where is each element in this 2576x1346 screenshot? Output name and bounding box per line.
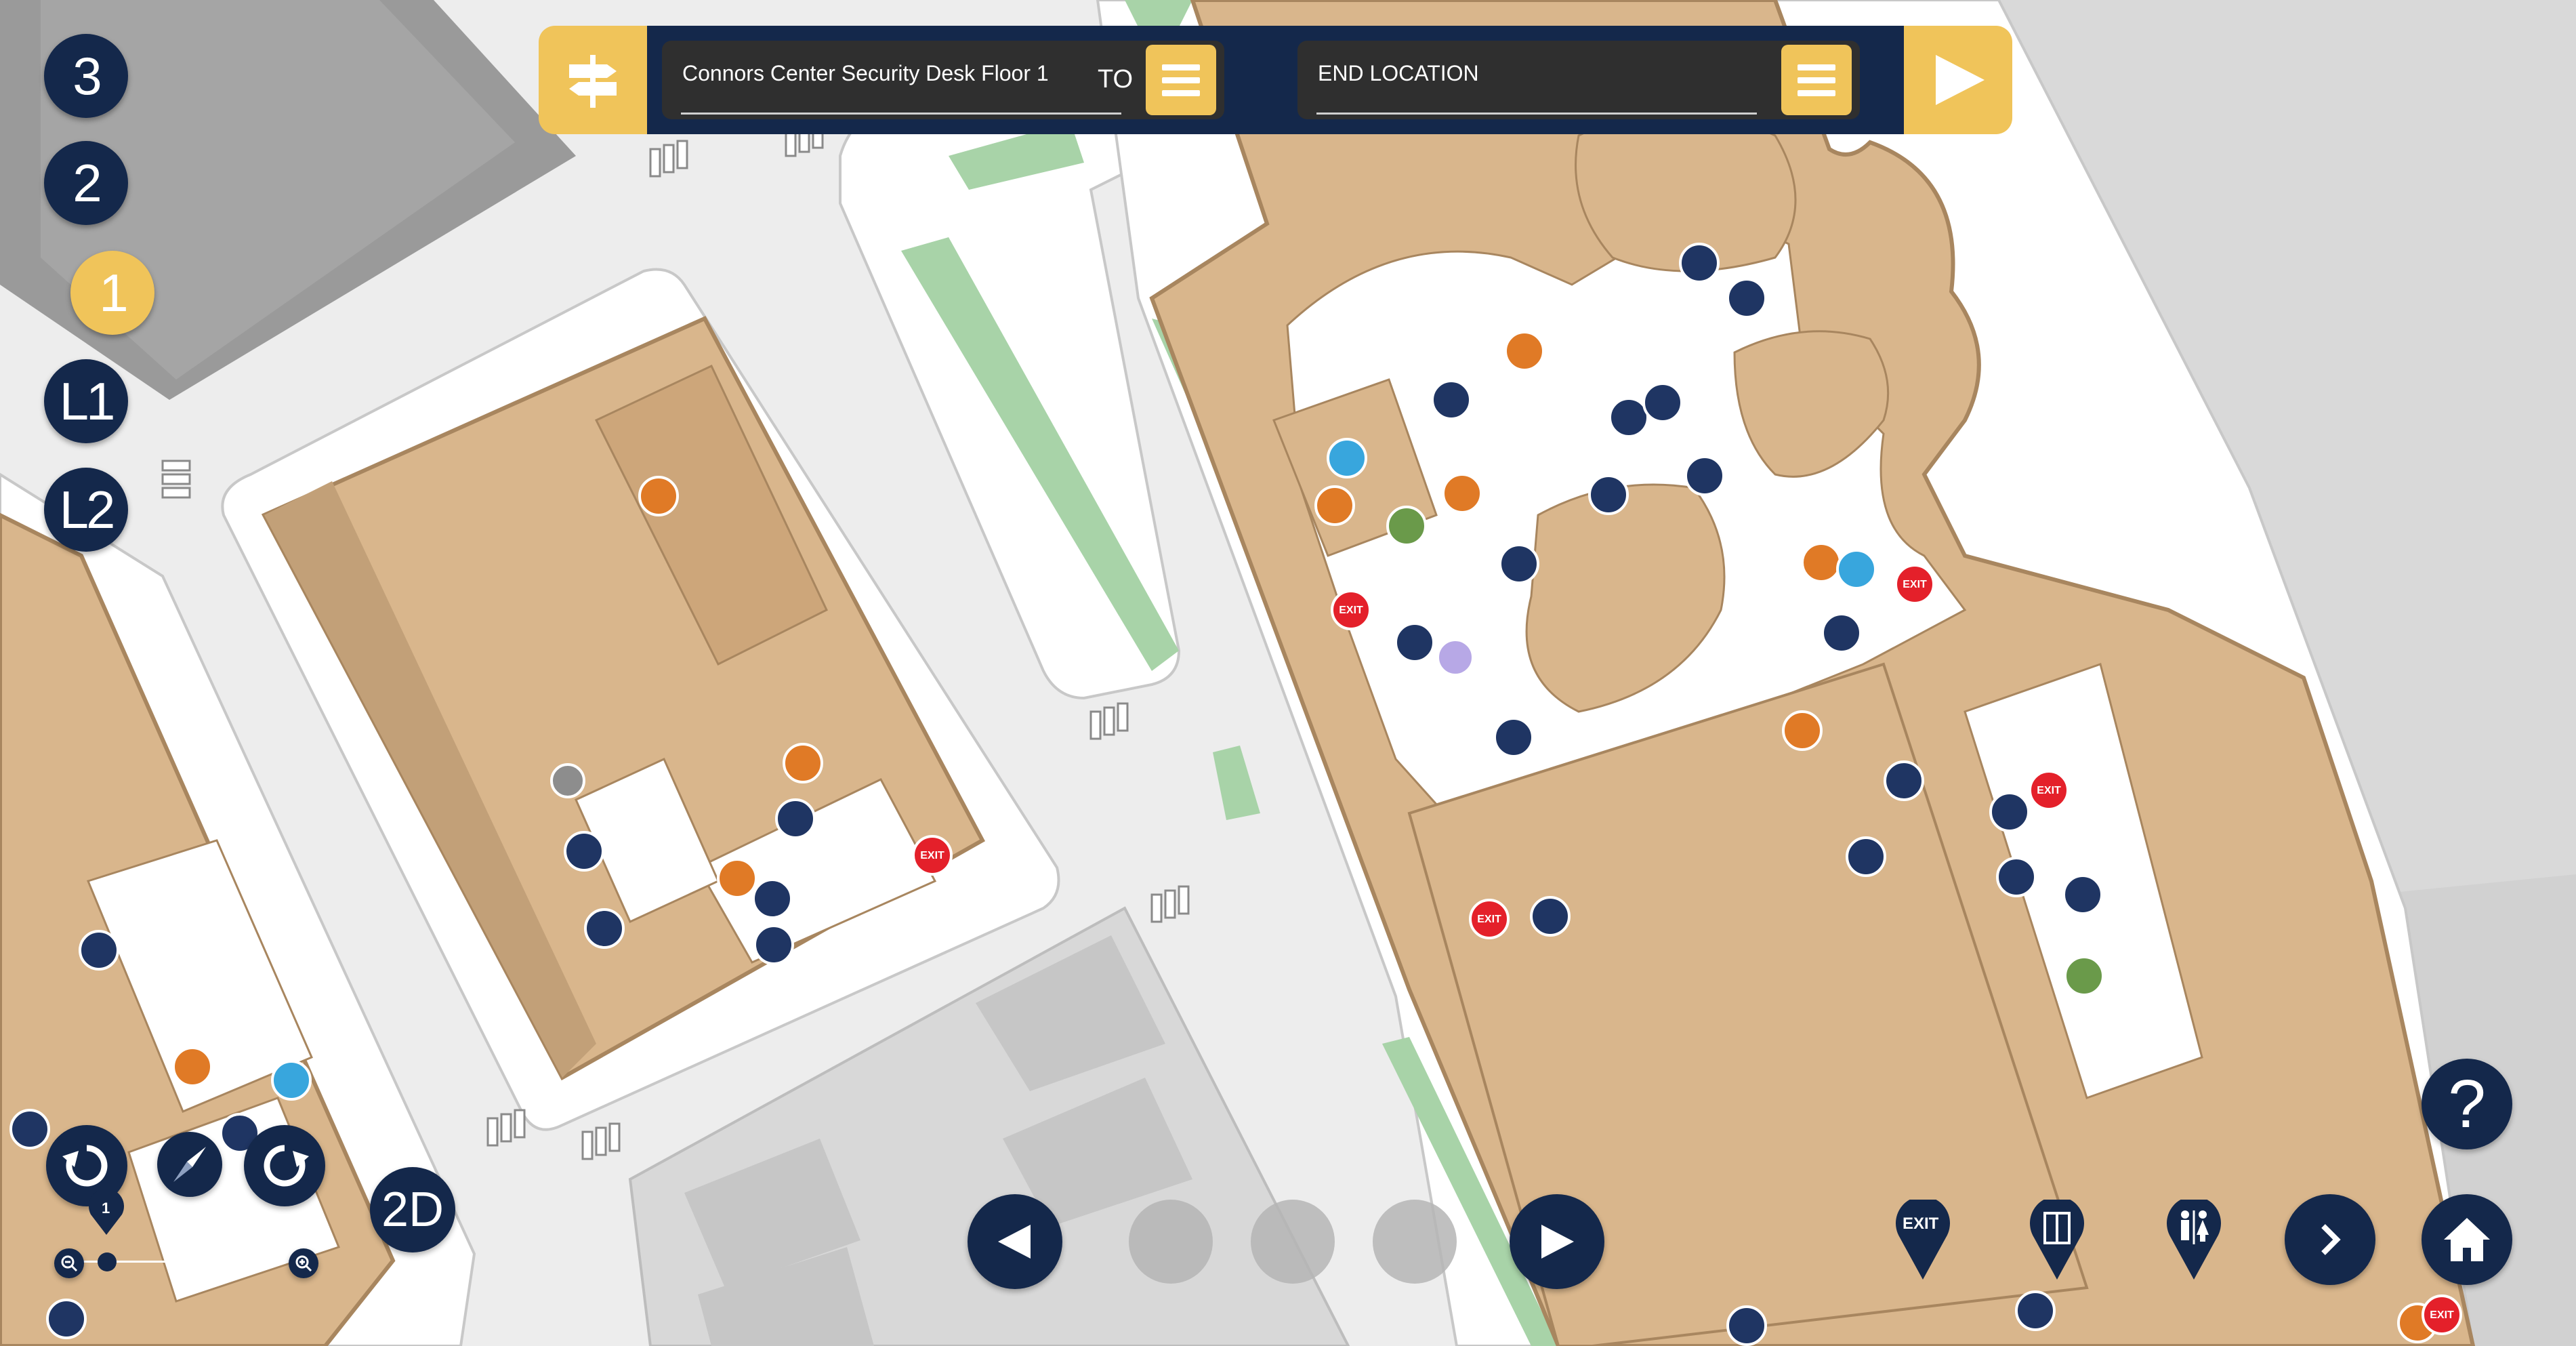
end-location-menu-button[interactable] xyxy=(1781,45,1852,115)
help-button[interactable]: ? xyxy=(2422,1059,2512,1149)
end-location-value: END LOCATION xyxy=(1318,61,1479,85)
floor-button-2[interactable]: 2 xyxy=(44,141,128,225)
floor-button-L2[interactable]: L2 xyxy=(44,468,128,552)
forward-button[interactable] xyxy=(2285,1194,2375,1285)
exit-badge-label: EXIT xyxy=(1903,579,1927,590)
step-indicator-2[interactable] xyxy=(1251,1200,1335,1284)
play-icon xyxy=(1936,55,1985,105)
exit-badge-label: EXIT xyxy=(1477,914,1501,925)
rotate-left-icon xyxy=(62,1145,108,1187)
floor-button-L1[interactable]: L1 xyxy=(44,359,128,443)
menu-icon xyxy=(1798,64,1835,70)
home-button[interactable] xyxy=(2422,1194,2512,1285)
exit-badge-label: EXIT xyxy=(2037,785,2061,796)
help-icon: ? xyxy=(2448,1065,2486,1142)
legend-elevator-pin[interactable] xyxy=(2030,1196,2084,1281)
exit-badge-label: EXIT xyxy=(1339,605,1363,616)
go-button[interactable] xyxy=(1904,26,2012,134)
legend-exit-pin[interactable]: EXIT xyxy=(1896,1196,1950,1281)
campus-map[interactable]: EXIT EXIT EXIT EXIT EXIT EXIT xyxy=(0,0,2576,1346)
level-pin-label: 1 xyxy=(102,1200,110,1217)
next-step-button[interactable] xyxy=(1510,1194,1604,1289)
rotate-right-icon xyxy=(264,1145,309,1187)
start-location-menu-button[interactable] xyxy=(1146,45,1216,115)
directions-sign-icon xyxy=(569,55,617,108)
view-mode-label: 2D xyxy=(381,1183,444,1237)
zoom-out-button[interactable] xyxy=(54,1248,84,1278)
rotate-right-button[interactable] xyxy=(244,1125,325,1206)
chevron-right-icon xyxy=(2321,1224,2341,1255)
exit-badge-label: EXIT xyxy=(2430,1309,2454,1321)
directions-button[interactable] xyxy=(539,26,647,134)
compass-button[interactable] xyxy=(157,1132,222,1197)
home-icon xyxy=(2444,1218,2490,1261)
previous-step-button[interactable] xyxy=(968,1194,1062,1289)
step-indicator-3[interactable] xyxy=(1373,1200,1457,1284)
zoom-out-icon xyxy=(61,1255,78,1272)
route-bar: Connors Center Security Desk Floor 1 TO … xyxy=(539,26,2012,134)
legend-restroom-pin[interactable] xyxy=(2167,1196,2221,1281)
exit-badge-label: EXIT xyxy=(920,850,944,861)
start-location-value: Connors Center Security Desk Floor 1 xyxy=(682,61,1049,85)
next-arrow-icon xyxy=(1541,1225,1574,1259)
restroom-icon xyxy=(2167,1196,2221,1280)
level-pin: 1 xyxy=(87,1188,126,1236)
zoom-thumb[interactable] xyxy=(98,1252,117,1271)
zoom-in-icon xyxy=(295,1255,312,1272)
compass-icon xyxy=(173,1147,206,1182)
legend-exit-label: EXIT xyxy=(1903,1215,1939,1233)
zoom-in-button[interactable] xyxy=(289,1248,318,1278)
zoom-slider[interactable] xyxy=(54,1246,325,1280)
to-label: TO xyxy=(1098,65,1134,94)
start-location-field[interactable]: Connors Center Security Desk Floor 1 xyxy=(662,41,1224,119)
end-location-field[interactable]: END LOCATION xyxy=(1297,41,1860,119)
floor-button-1-active[interactable]: 1 xyxy=(70,251,154,335)
floor-button-3[interactable]: 3 xyxy=(44,34,128,118)
elevator-icon xyxy=(2030,1196,2084,1280)
view-mode-2d-button[interactable]: 2D xyxy=(370,1167,455,1252)
previous-arrow-icon xyxy=(998,1225,1031,1259)
step-indicator-1[interactable] xyxy=(1129,1200,1213,1284)
menu-icon xyxy=(1162,64,1200,70)
